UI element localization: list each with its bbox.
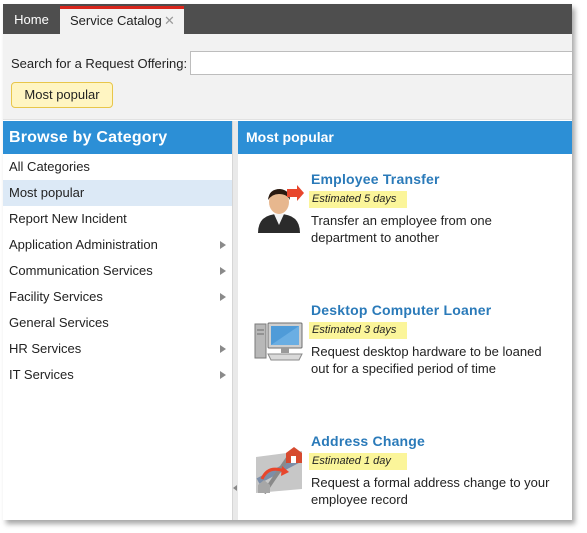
estimate-badge: Estimated 5 days xyxy=(309,191,407,208)
offering-description: Request desktop hardware to be loaned ou… xyxy=(311,344,542,376)
offering-description: Transfer an employee from one department… xyxy=(311,213,492,245)
category-label: HR Services xyxy=(9,341,82,356)
most-popular-chip[interactable]: Most popular xyxy=(11,82,113,108)
estimate-badge: Estimated 1 day xyxy=(309,453,407,470)
category-label: Facility Services xyxy=(9,289,103,304)
category-item-communication-services[interactable]: Communication Services xyxy=(3,258,232,284)
most-popular-pane: Most popular Employee Transfer Estimated… xyxy=(238,121,572,520)
offering-address-change: Address Change Estimated 1 day Request a… xyxy=(238,433,572,520)
desktop-computer-icon xyxy=(254,322,303,361)
chevron-right-icon xyxy=(220,293,226,301)
search-input[interactable] xyxy=(190,51,572,75)
chevron-right-icon xyxy=(220,345,226,353)
browse-by-category-title: Browse by Category xyxy=(3,121,232,154)
category-item-report-new-incident[interactable]: Report New Incident xyxy=(3,206,232,232)
category-label: Communication Services xyxy=(9,263,153,278)
category-item-application-administration[interactable]: Application Administration xyxy=(3,232,232,258)
address-map-icon xyxy=(256,447,302,495)
offering-employee-transfer: Employee Transfer Estimated 5 days Trans… xyxy=(238,171,572,271)
offering-description: Request a formal address change to your … xyxy=(311,475,550,507)
person-transfer-icon xyxy=(258,185,304,233)
collapse-arrow-icon[interactable] xyxy=(233,485,237,491)
tab-service-catalog-label: Service Catalog xyxy=(70,13,162,28)
offering-title[interactable]: Address Change xyxy=(311,433,425,449)
estimate-badge: Estimated 3 days xyxy=(309,322,407,339)
search-area: Search for a Request Offering: Most popu… xyxy=(3,34,572,120)
category-item-facility-services[interactable]: Facility Services xyxy=(3,284,232,310)
category-label: Most popular xyxy=(9,185,85,200)
category-label: General Services xyxy=(9,315,109,330)
offering-desktop-computer-loaner: Desktop Computer Loaner Estimated 3 days… xyxy=(238,302,572,402)
tab-service-catalog[interactable]: Service Catalog ✕ xyxy=(60,6,184,34)
browse-by-category-pane: Browse by Category All Categories Most p… xyxy=(3,121,233,520)
category-item-general-services[interactable]: General Services xyxy=(3,310,232,336)
offering-title[interactable]: Employee Transfer xyxy=(311,171,440,187)
chevron-right-icon xyxy=(220,371,226,379)
category-label: Application Administration xyxy=(9,237,158,252)
category-item-hr-services[interactable]: HR Services xyxy=(3,336,232,362)
category-label: IT Services xyxy=(9,367,74,382)
chevron-right-icon xyxy=(220,241,226,249)
search-label: Search for a Request Offering: xyxy=(11,56,188,71)
tab-home[interactable]: Home xyxy=(3,6,60,34)
category-item-it-services[interactable]: IT Services xyxy=(3,362,232,388)
close-icon[interactable]: ✕ xyxy=(164,9,175,32)
category-list: All Categories Most popular Report New I… xyxy=(3,154,232,388)
tab-bar: Home Service Catalog ✕ xyxy=(3,4,572,34)
chevron-right-icon xyxy=(220,267,226,275)
offering-title[interactable]: Desktop Computer Loaner xyxy=(311,302,491,318)
service-catalog-window: Home Service Catalog ✕ Search for a Requ… xyxy=(3,4,572,520)
category-label: All Categories xyxy=(9,159,90,174)
category-label: Report New Incident xyxy=(9,211,127,226)
most-popular-title: Most popular xyxy=(238,121,572,154)
category-item-most-popular[interactable]: Most popular xyxy=(3,180,232,206)
category-item-all-categories[interactable]: All Categories xyxy=(3,154,232,180)
